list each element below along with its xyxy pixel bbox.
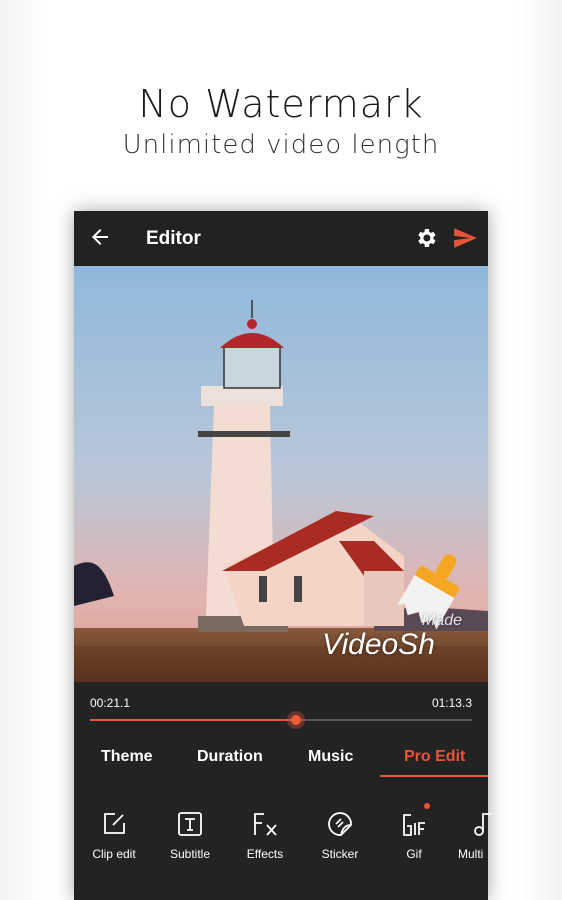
video-preview[interactable]: Made VideoSh: [74, 266, 488, 682]
tool-label: Gif: [406, 847, 422, 861]
tool-clip-edit[interactable]: Clip edit: [76, 811, 152, 861]
page-title: Editor: [146, 228, 201, 249]
top-bar: Editor: [74, 211, 488, 266]
promo-headline: No Watermark: [138, 82, 424, 126]
slider-thumb[interactable]: [287, 711, 306, 729]
tool-sticker[interactable]: Sticker: [302, 811, 378, 861]
tab-theme[interactable]: Theme: [101, 748, 153, 766]
current-time: 00:21.1: [90, 696, 131, 710]
arrow-left-icon[interactable]: [88, 225, 112, 249]
edit-icon: [104, 813, 125, 834]
gif-icon: [403, 814, 425, 836]
tool-label: Sticker: [321, 847, 359, 861]
tool-label: Effects: [246, 847, 284, 861]
playback-progress: [90, 719, 297, 721]
playback-slider[interactable]: [90, 711, 472, 729]
phone-screen: Editor Made VideoSh 00:21.1 01:13.3 Them…: [74, 211, 491, 900]
tab-pro-edit[interactable]: Pro Edit: [404, 748, 465, 766]
promo-subline: Unlimited video length: [122, 130, 440, 160]
tool-label: Multi: [458, 847, 484, 861]
total-time: 01:13.3: [431, 696, 472, 710]
music-note-icon: [474, 813, 491, 836]
tab-duration[interactable]: Duration: [197, 748, 263, 766]
gear-icon[interactable]: [414, 226, 438, 250]
tab-music[interactable]: Music: [308, 748, 353, 766]
tool-subtitle[interactable]: Subtitle: [152, 811, 228, 861]
watermark-text: VideoSh: [322, 628, 435, 661]
new-badge: [424, 803, 430, 809]
tool-label: Subtitle: [169, 847, 211, 861]
tool-effects[interactable]: Effects: [227, 811, 303, 861]
send-icon[interactable]: [452, 225, 478, 251]
active-tab-indicator: [380, 775, 488, 777]
tool-multi[interactable]: Multi: [442, 811, 502, 861]
tool-gif[interactable]: Gif: [376, 803, 452, 861]
tool-label: Clip edit: [92, 847, 136, 861]
text-icon: [178, 812, 202, 836]
fx-icon: [254, 813, 277, 836]
sticker-icon: [328, 812, 352, 836]
